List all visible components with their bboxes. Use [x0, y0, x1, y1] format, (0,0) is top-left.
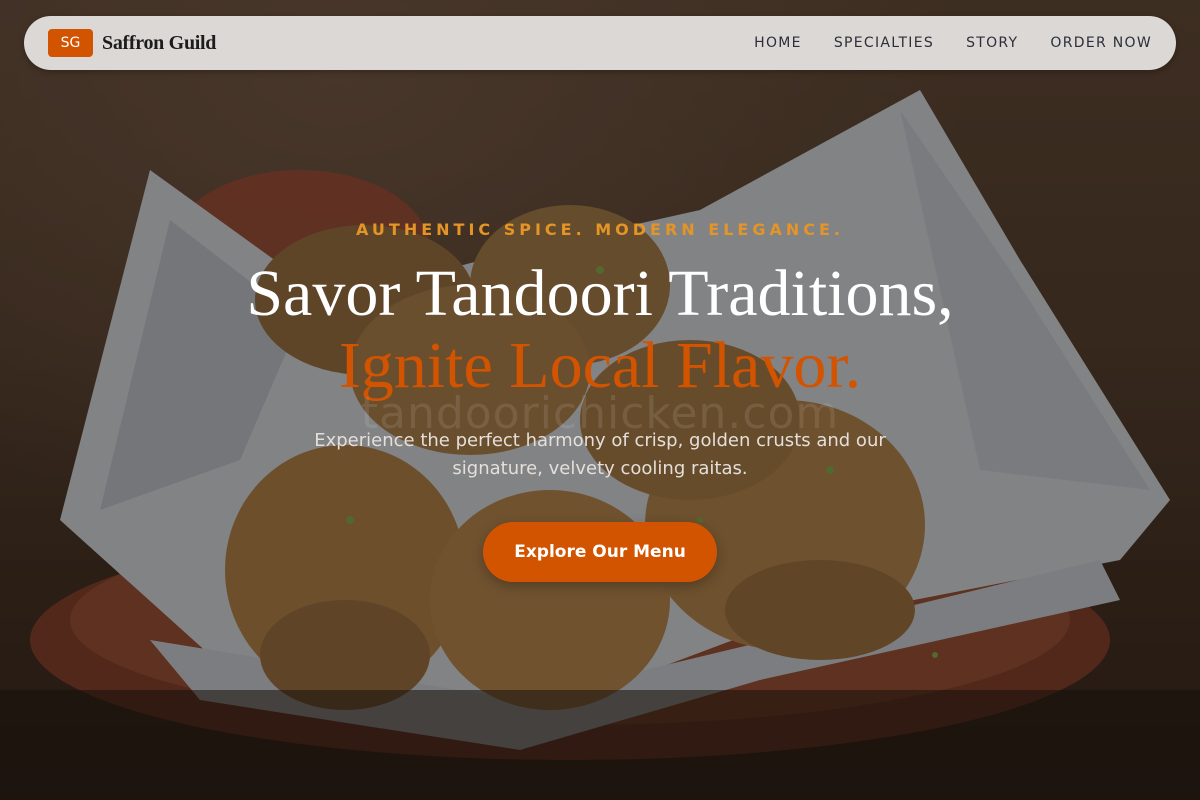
explore-menu-button[interactable]: Explore Our Menu — [483, 522, 717, 582]
hero-section: AUTHENTIC SPICE. MODERN ELEGANCE. Savor … — [0, 0, 1200, 800]
headline-line-1: Savor Tandoori Traditions, — [246, 257, 954, 330]
hero-eyebrow: AUTHENTIC SPICE. MODERN ELEGANCE. — [356, 220, 844, 239]
hero-headline: Savor Tandoori Traditions, Ignite Local … — [0, 258, 1200, 402]
hero-subtext: Experience the perfect harmony of crisp,… — [314, 430, 886, 479]
